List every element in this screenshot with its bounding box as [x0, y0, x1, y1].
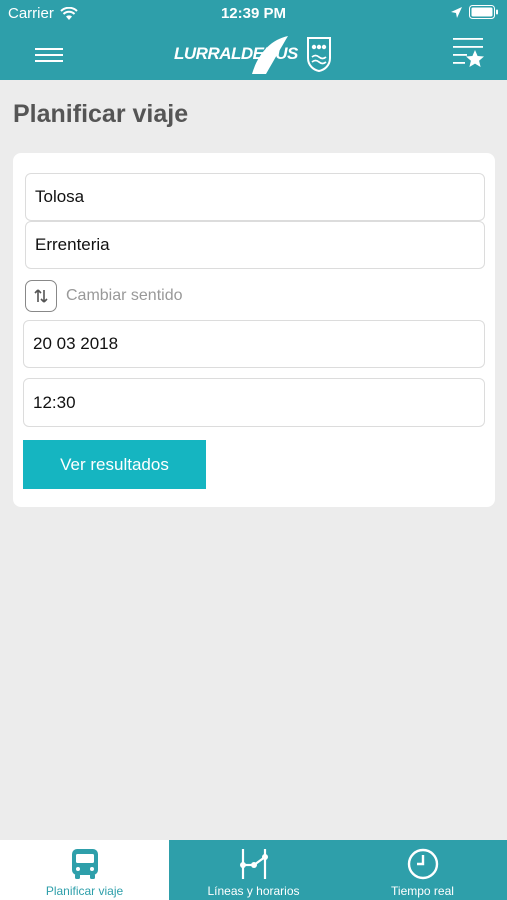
lurraldebus-logo: LURRALDEBUS: [174, 34, 334, 74]
bus-icon: [71, 849, 98, 879]
status-bar: Carrier 12:39 PM: [0, 0, 507, 28]
date-field[interactable]: 20 03 2018: [23, 320, 485, 368]
swap-direction-button[interactable]: Cambiar sentido: [25, 280, 183, 312]
tab-lines-schedules[interactable]: Líneas y horarios: [169, 840, 338, 900]
status-time: 12:39 PM: [220, 5, 287, 22]
status-right: [450, 5, 499, 19]
page-title: Planificar viaje: [13, 100, 189, 128]
hamburger-line: [35, 60, 63, 62]
nav-bar: LURRALDEBUS: [0, 28, 507, 80]
tab-plan-trip[interactable]: Planificar viaje: [0, 840, 169, 900]
route-lines-icon: [239, 849, 268, 879]
clock-icon: [407, 848, 438, 880]
swap-arrows-icon: [25, 280, 57, 312]
tab-real-time[interactable]: Tiempo real: [338, 840, 507, 900]
favorites-button[interactable]: [451, 34, 485, 72]
favorites-list-icon: [453, 38, 484, 67]
tab-plan-trip-label: Planificar viaje: [45, 884, 124, 898]
hamburger-line: [35, 54, 63, 56]
view-results-button[interactable]: Ver resultados: [23, 440, 206, 489]
swap-direction-label: Cambiar sentido: [66, 287, 183, 304]
coat-of-arms-icon: [307, 37, 331, 72]
tab-bar: Planificar viaje Líneas y horarios Tiemp…: [0, 840, 507, 900]
trip-planner-card: Tolosa Errenteria Cambiar sentido 20 03 …: [13, 153, 495, 507]
location-arrow-icon: [451, 6, 462, 18]
destination-field[interactable]: Errenteria: [25, 221, 485, 269]
tab-real-time-label: Tiempo real: [391, 884, 454, 898]
tab-lines-schedules-label: Líneas y horarios: [207, 884, 300, 898]
battery-icon: [469, 5, 498, 19]
menu-button[interactable]: [30, 40, 66, 68]
hamburger-menu-icon: [35, 48, 63, 50]
origin-field[interactable]: Tolosa: [25, 173, 485, 221]
logo-text: LURRALDEBUS: [174, 44, 298, 63]
time-field[interactable]: 12:30: [23, 378, 485, 427]
